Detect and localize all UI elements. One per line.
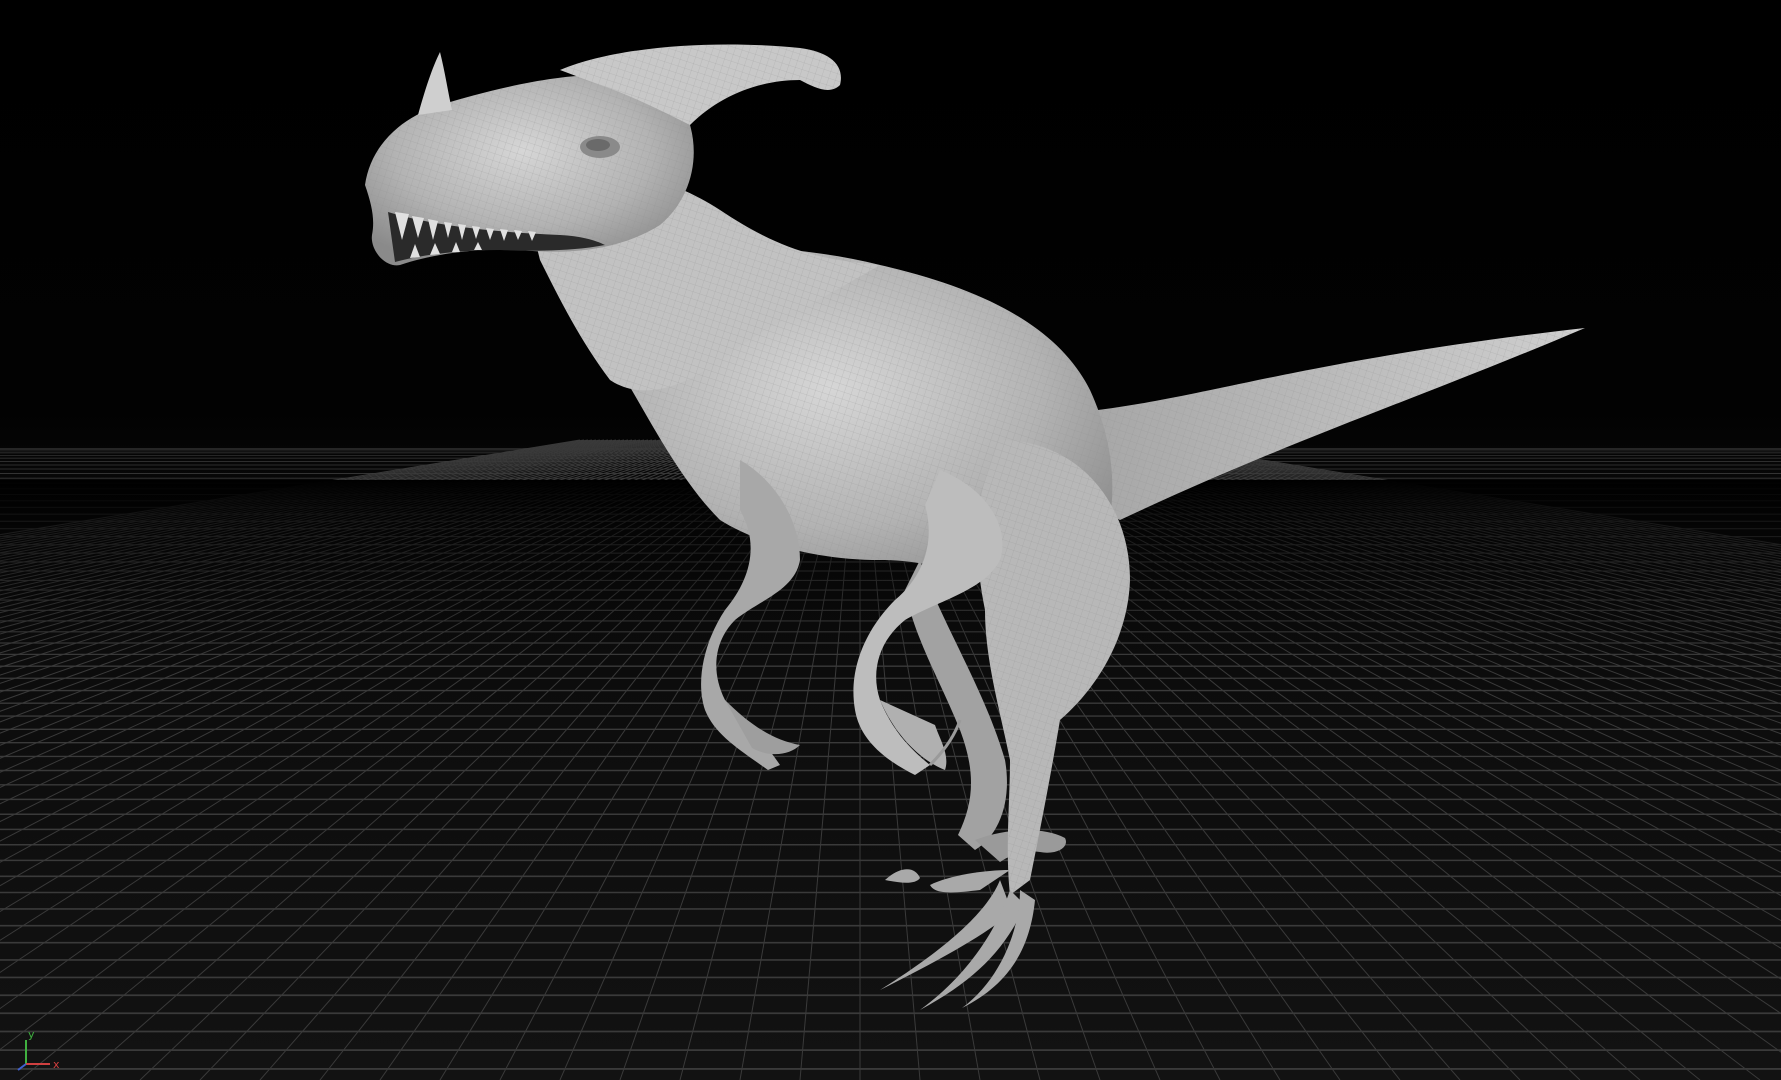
viewport-scene <box>0 44 1781 1080</box>
axis-y-label: y <box>28 1028 35 1041</box>
axis-z-line <box>17 1063 27 1071</box>
axis-gizmo: y x <box>17 1028 60 1071</box>
3d-viewport[interactable]: y x <box>0 0 1781 1080</box>
model-horn <box>418 52 452 115</box>
axis-x-label: x <box>53 1058 60 1071</box>
